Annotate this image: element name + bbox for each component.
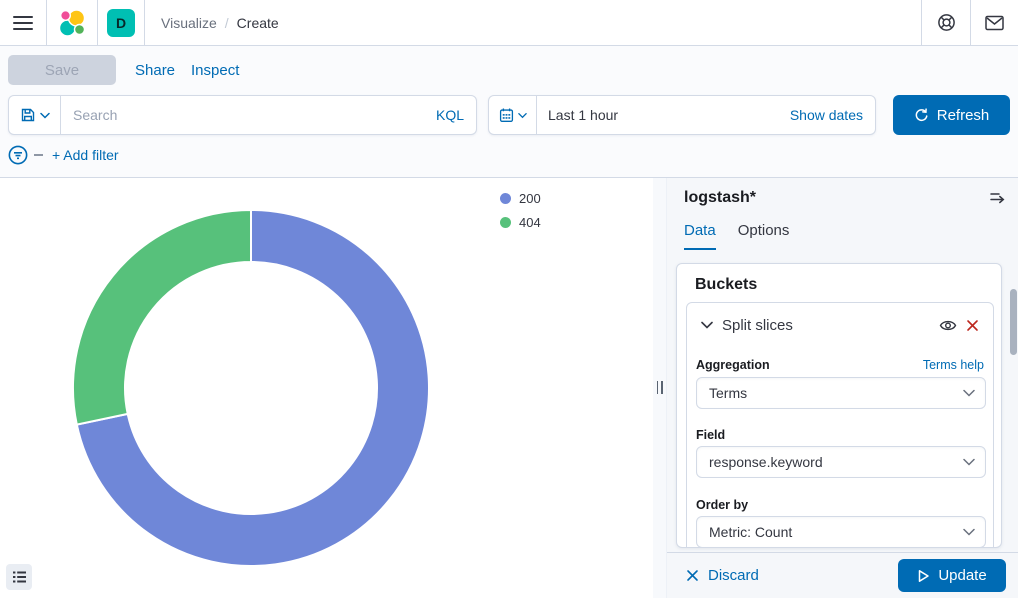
content: 200 404 logstash* Data Options — [0, 178, 1018, 598]
share-link[interactable]: Share — [135, 62, 175, 79]
chart-legend: 200 404 — [500, 191, 541, 230]
space-selector[interactable]: D — [98, 0, 144, 45]
legend-label-200: 200 — [519, 191, 541, 206]
legend-toggle-button[interactable] — [6, 564, 32, 590]
mail-icon — [985, 15, 1004, 31]
split-slices-label: Split slices — [722, 317, 930, 334]
discard-button[interactable]: Discard — [686, 567, 759, 584]
donut-chart[interactable] — [0, 178, 653, 598]
legend-item-404[interactable]: 404 — [500, 215, 541, 230]
date-quick-menu-button[interactable] — [489, 96, 537, 134]
legend-label-404: 404 — [519, 215, 541, 230]
toggle-visibility-button[interactable] — [939, 319, 957, 332]
elastic-logo-icon — [58, 9, 86, 37]
date-picker: Last 1 hour Show dates — [488, 95, 876, 135]
aggregation-value: Terms — [709, 385, 963, 401]
saved-query-menu-button[interactable] — [9, 96, 61, 134]
field-select[interactable]: response.keyword — [696, 446, 986, 478]
save-button[interactable]: Save — [8, 55, 116, 85]
menu-button[interactable] — [0, 0, 46, 45]
donut-slice-404[interactable] — [73, 210, 251, 425]
elastic-logo-button[interactable] — [47, 0, 97, 45]
breadcrumb: Visualize / Create — [161, 0, 279, 45]
update-button[interactable]: Update — [898, 559, 1006, 592]
save-query-icon — [20, 107, 36, 123]
split-slices-header[interactable]: Split slices — [687, 303, 993, 347]
chevron-down-icon — [40, 112, 50, 119]
close-icon — [966, 319, 979, 332]
calendar-icon — [499, 107, 514, 123]
legend-dot-200 — [500, 193, 511, 204]
close-icon — [686, 569, 699, 582]
play-icon — [917, 569, 930, 583]
order-by-select[interactable]: Metric: Count — [696, 516, 986, 548]
newsfeed-button[interactable] — [971, 0, 1018, 45]
aggregation-label: Aggregation — [696, 358, 770, 372]
breadcrumb-separator: / — [225, 15, 229, 31]
update-label: Update — [938, 567, 986, 584]
visualization-area: 200 404 — [0, 178, 653, 598]
refresh-label: Refresh — [937, 107, 990, 124]
search-input[interactable] — [61, 107, 436, 123]
add-filter-link[interactable]: + Add filter — [52, 147, 119, 163]
chevron-down-icon — [518, 112, 527, 119]
refresh-button[interactable]: Refresh — [893, 95, 1010, 135]
filter-dash — [34, 154, 43, 156]
show-dates-link[interactable]: Show dates — [790, 107, 875, 123]
space-avatar[interactable]: D — [107, 9, 135, 37]
panel-resizer-handle[interactable] — [653, 178, 667, 598]
index-pattern-title: logstash* — [684, 189, 756, 207]
help-life-ring-icon — [937, 13, 956, 32]
buckets-heading: Buckets — [695, 276, 757, 294]
chevron-down-icon — [963, 389, 975, 397]
tab-data[interactable]: Data — [684, 222, 716, 250]
terms-help-link[interactable]: Terms help — [923, 358, 984, 372]
collapse-panel-button[interactable] — [990, 191, 1006, 205]
hamburger-icon — [13, 15, 33, 31]
filter-menu-button[interactable] — [8, 145, 28, 165]
legend-dot-404 — [500, 217, 511, 228]
filter-icon — [8, 145, 28, 165]
tab-options[interactable]: Options — [738, 222, 790, 250]
editor-side-panel: logstash* Data Options Buckets Split sli… — [667, 178, 1018, 552]
breadcrumb-create: Create — [237, 15, 279, 31]
split-slices-accordion: Split slices Aggregation Terms he — [686, 302, 994, 548]
list-icon — [12, 570, 27, 584]
app-header: D Visualize / Create — [0, 0, 1018, 46]
query-language-button[interactable]: KQL — [436, 107, 476, 123]
panel-tabs: Data Options — [684, 222, 789, 250]
field-value: response.keyword — [709, 454, 963, 470]
refresh-icon — [914, 108, 929, 123]
editor-footer: Discard Update — [667, 552, 1018, 598]
chevron-down-icon — [963, 458, 975, 466]
chevron-down-icon — [963, 528, 975, 536]
order-by-label: Order by — [696, 498, 748, 512]
header-divider — [144, 0, 145, 45]
aggregation-select[interactable]: Terms — [696, 377, 986, 409]
field-label: Field — [696, 428, 725, 442]
discard-label: Discard — [708, 567, 759, 584]
query-bar: KQL — [8, 95, 477, 135]
eye-icon — [939, 319, 957, 332]
panel-scrollbar-thumb[interactable] — [1010, 289, 1017, 355]
order-by-value: Metric: Count — [709, 524, 963, 540]
resizer-grip-icon — [657, 381, 663, 394]
breadcrumb-visualize[interactable]: Visualize — [161, 15, 217, 31]
subheader: Save Share Inspect KQL Last 1 hour Sho — [0, 46, 1018, 178]
help-button[interactable] — [922, 0, 970, 45]
buckets-card: Buckets Split slices — [676, 263, 1002, 548]
time-range-value[interactable]: Last 1 hour — [537, 107, 790, 123]
header-spacer — [279, 0, 921, 45]
remove-bucket-button[interactable] — [966, 319, 979, 332]
accordion-chevron-icon — [701, 321, 713, 329]
legend-item-200[interactable]: 200 — [500, 191, 541, 206]
menu-right-icon — [990, 191, 1006, 205]
inspect-link[interactable]: Inspect — [191, 62, 239, 79]
